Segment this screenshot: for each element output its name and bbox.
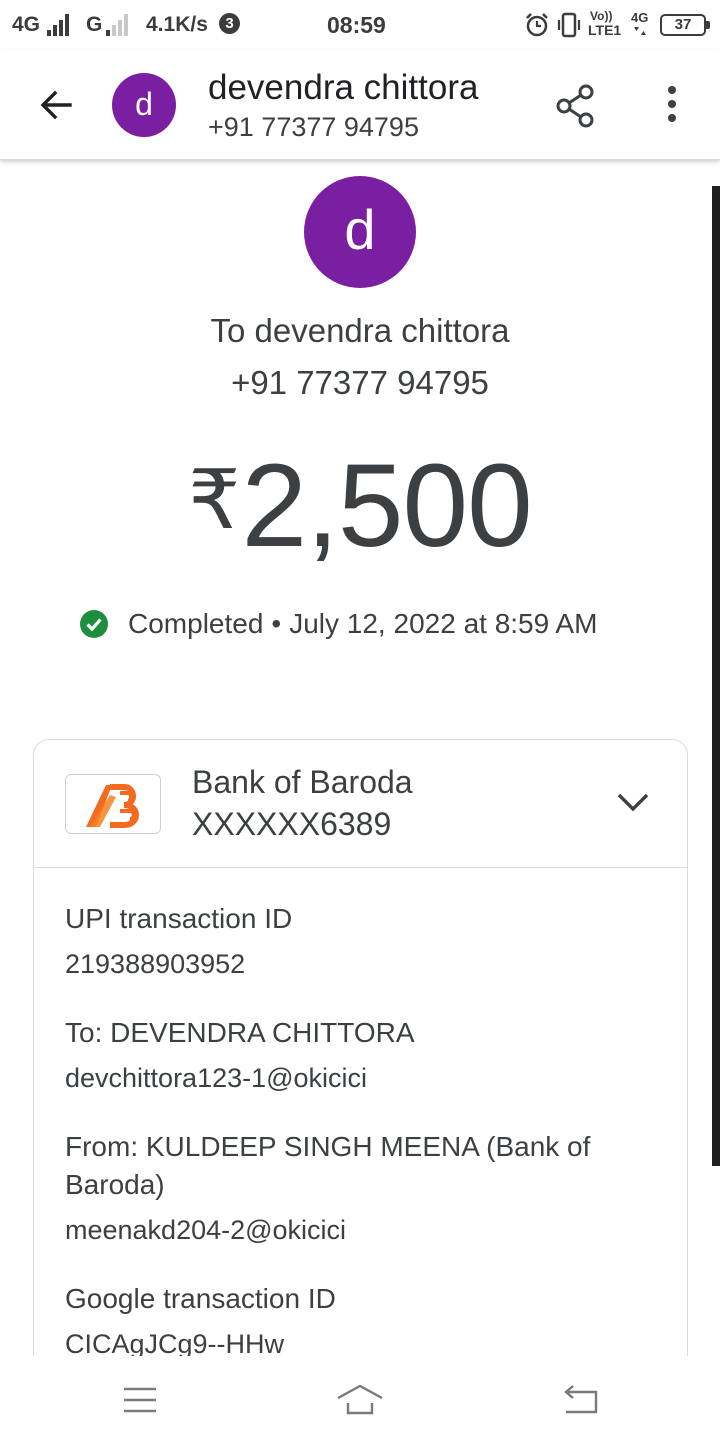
- expand-button[interactable]: [604, 780, 662, 826]
- system-nav-bar: [0, 1360, 720, 1440]
- check-circle-icon: [80, 610, 108, 638]
- vibrate-icon: [557, 12, 581, 38]
- bank-details-card: Bank of Baroda XXXXXX6389 UPI transactio…: [33, 739, 688, 1439]
- lte-label: LTE1: [588, 22, 622, 38]
- contact-phone: +91 77377 94795: [208, 112, 419, 142]
- chevron-down-icon: [617, 793, 649, 812]
- share-button[interactable]: [550, 80, 602, 132]
- bank-logo: [65, 774, 161, 834]
- bank-name: Bank of Baroda: [192, 764, 413, 800]
- return-button[interactable]: [550, 1378, 610, 1422]
- payment-status: Completed • July 12, 2022 at 8:59 AM: [80, 604, 597, 644]
- signal-strength-icon: [47, 14, 71, 36]
- recipient-name: To devendra chittora: [210, 312, 510, 349]
- arrow-left-icon: [40, 90, 72, 120]
- signal-strength-icon-2: [106, 14, 136, 36]
- clock-time: 08:59: [327, 12, 386, 38]
- more-vert-icon: [668, 86, 676, 122]
- to-upi-id-value: devchittora123-1@okicici: [65, 1063, 368, 1093]
- upi-transaction-id-value: 219388903952: [65, 949, 246, 979]
- share-icon: [556, 84, 594, 128]
- home-button[interactable]: [330, 1378, 390, 1422]
- contact-name: devendra chittora: [208, 68, 479, 107]
- to-name-label: To: DEVENDRA CHITTORA: [65, 1017, 415, 1048]
- menu-icon: [124, 1387, 156, 1413]
- data-activity-icon: [634, 27, 646, 35]
- home-icon: [337, 1384, 383, 1415]
- google-transaction-id-label: Google transaction ID: [65, 1283, 336, 1314]
- amount-value: 2,500: [241, 440, 532, 572]
- menu-button[interactable]: [110, 1378, 170, 1422]
- bank-account-header[interactable]: Bank of Baroda XXXXXX6389: [34, 740, 687, 868]
- bank-of-baroda-logo-icon: [86, 784, 139, 828]
- network-type-2: G: [86, 13, 103, 36]
- app-bar: d devendra chittora +91 77377 94795: [0, 50, 720, 160]
- back-button[interactable]: [26, 77, 86, 133]
- notification-count-badge: 3: [219, 13, 240, 34]
- payment-amount: ₹2,500: [0, 438, 720, 574]
- avatar: d: [112, 73, 176, 137]
- separator: •: [271, 608, 282, 639]
- battery-level: 37: [674, 16, 692, 33]
- alarm-icon: [526, 13, 548, 37]
- recipient-phone: +91 77377 94795: [231, 364, 489, 401]
- upi-transaction-id-label: UPI transaction ID: [65, 903, 293, 934]
- avatar-large: d: [304, 176, 416, 288]
- network-speed: 4.1K/s: [146, 13, 208, 36]
- network-type-3: 4G: [631, 10, 649, 25]
- battery-icon: 37: [660, 14, 710, 36]
- currency-symbol: ₹: [188, 455, 240, 546]
- bank-account-number: XXXXXX6389: [192, 806, 392, 842]
- return-icon: [564, 1385, 598, 1414]
- more-options-button[interactable]: [652, 80, 692, 132]
- transaction-datetime: July 12, 2022 at 8:59 AM: [289, 608, 598, 639]
- network-type-1: 4G: [12, 13, 41, 36]
- status-bar: 4G G 4.1K/s 3 08:59 Vo)) LTE1 4G 37: [0, 0, 720, 50]
- from-name-label: From: KULDEEP SINGH MEENA (Bank of Barod…: [65, 1131, 591, 1200]
- from-upi-id-value: meenakd204-2@okicici: [65, 1215, 347, 1245]
- status-text: Completed: [128, 608, 264, 639]
